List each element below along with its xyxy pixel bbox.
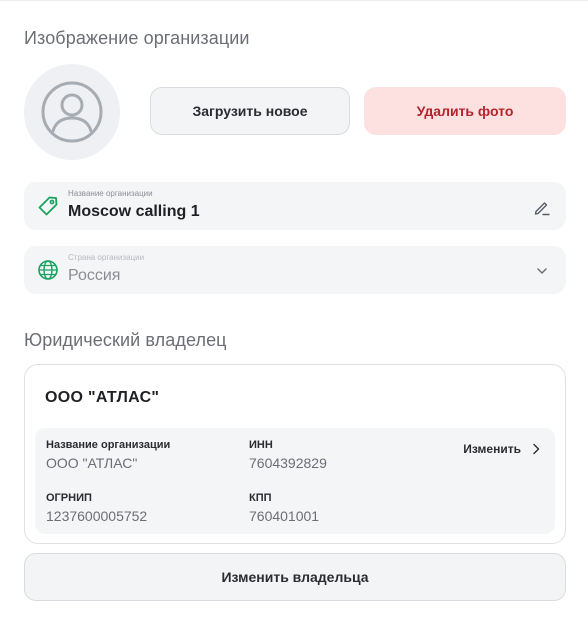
ogrnip-value: 1237600005752 — [46, 508, 148, 524]
kpp-value: 760401001 — [249, 508, 320, 524]
avatar[interactable] — [24, 64, 120, 160]
country-value: Россия — [68, 267, 121, 284]
edit-owner-link[interactable]: Изменить — [463, 442, 541, 456]
kpp-label: КПП — [249, 492, 272, 504]
country-select[interactable]: Страна организации Россия — [24, 246, 566, 294]
edit-pencil-icon[interactable] — [532, 197, 552, 217]
inn-value: 7604392829 — [249, 455, 327, 471]
org-name-value: Moscow calling 1 — [68, 203, 200, 220]
top-divider — [0, 0, 588, 1]
legal-owner-title: Юридический владелец — [24, 330, 227, 350]
org-name-label: Название организации — [68, 189, 153, 198]
delete-photo-button[interactable]: Удалить фото — [364, 87, 566, 135]
country-label: Страна организации — [68, 253, 145, 262]
globe-icon — [38, 260, 58, 280]
chevron-down-icon — [537, 268, 547, 274]
org-name-field[interactable]: Название организации Moscow calling 1 — [24, 182, 566, 230]
edit-owner-label: Изменить — [463, 442, 521, 456]
inn-label: ИНН — [249, 439, 273, 451]
org-name-detail-value: ООО "АТЛАС" — [46, 455, 138, 471]
org-image-title: Изображение организации — [24, 28, 250, 48]
tag-icon — [38, 196, 58, 216]
user-avatar-icon — [41, 81, 103, 143]
ogrnip-label: ОГРНИП — [46, 492, 92, 504]
upload-new-button[interactable]: Загрузить новое — [150, 87, 350, 135]
org-name-detail-label: Название организации — [46, 439, 171, 451]
owner-name: ООО "АТЛАС" — [45, 389, 160, 406]
change-owner-button[interactable]: Изменить владельца — [24, 553, 566, 601]
chevron-right-icon — [533, 443, 540, 455]
legal-owner-card: ООО "АТЛАС" Название организации ООО "АТ… — [24, 364, 566, 544]
owner-details: Название организации ООО "АТЛАС" ИНН 760… — [35, 428, 555, 534]
